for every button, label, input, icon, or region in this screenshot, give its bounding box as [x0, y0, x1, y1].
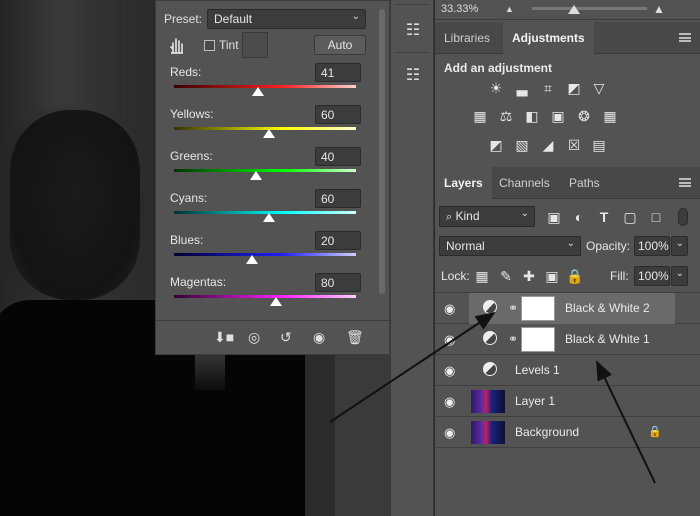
arrow-to-bw1 — [596, 360, 656, 484]
annotation-arrows — [329, 311, 656, 484]
arrow-to-bw2 — [329, 311, 496, 423]
